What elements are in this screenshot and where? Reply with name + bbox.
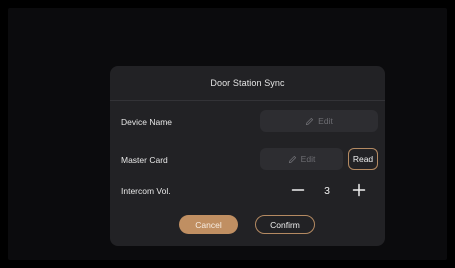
cancel-button[interactable]: Cancel (179, 215, 238, 234)
intercom-volume-value: 3 (324, 185, 330, 197)
dialog-header: Door Station Sync (110, 66, 385, 101)
confirm-button[interactable]: Confirm (255, 215, 315, 234)
intercom-volume-label: Intercom Vol. (121, 186, 171, 196)
pencil-icon (288, 155, 297, 164)
master-card-edit-label: Edit (300, 154, 316, 164)
master-card-label: Master Card (121, 155, 168, 165)
dialog-title: Door Station Sync (210, 78, 285, 88)
door-station-sync-dialog: Door Station Sync Device Name Edit Maste… (110, 66, 385, 246)
device-name-label: Device Name (121, 117, 173, 127)
pencil-icon (305, 117, 314, 126)
minus-icon (291, 183, 305, 202)
master-card-edit-field[interactable]: Edit (260, 148, 343, 170)
volume-decrease-button[interactable] (290, 184, 306, 200)
device-name-edit-field[interactable]: Edit (260, 110, 378, 132)
device-screen: Door Station Sync Device Name Edit Maste… (8, 8, 447, 260)
device-name-edit-label: Edit (318, 116, 333, 126)
volume-increase-button[interactable] (351, 183, 367, 202)
read-card-button[interactable]: Read (348, 148, 378, 170)
plus-icon (352, 183, 366, 202)
